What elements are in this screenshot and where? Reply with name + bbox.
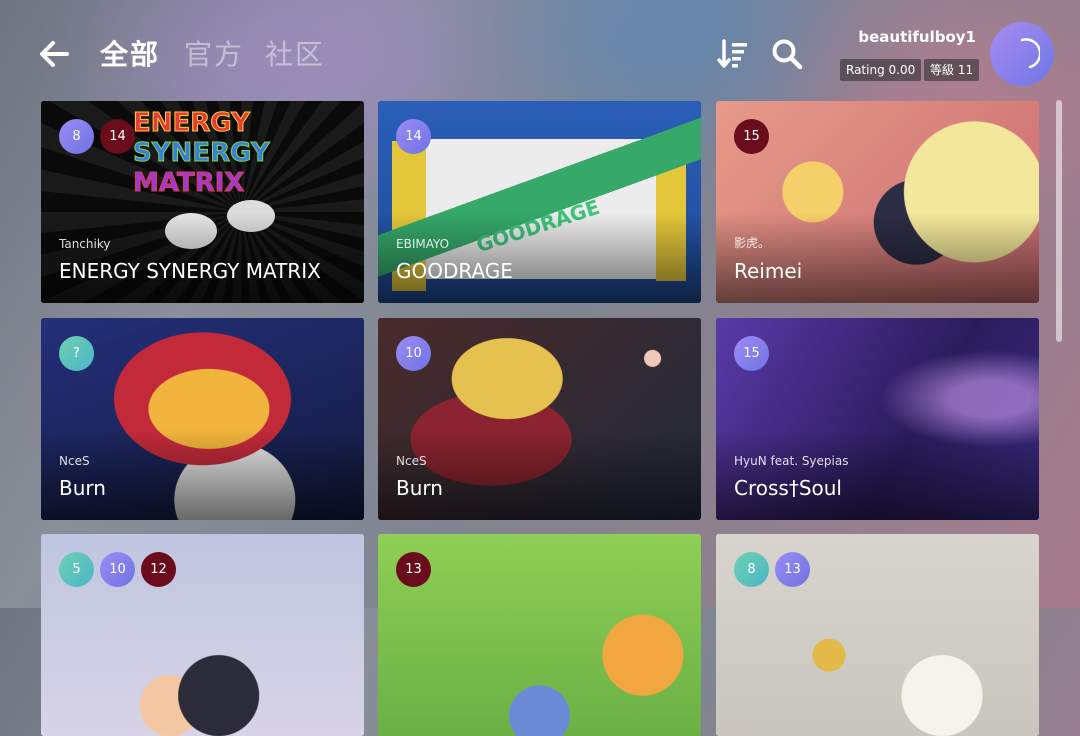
difficulty-badge: 8 (59, 119, 94, 154)
difficulty-badges: 5 10 12 (59, 552, 176, 587)
song-card[interactable]: 10 NceS Burn (378, 318, 701, 520)
difficulty-badges: 14 (396, 119, 431, 154)
username: beautifulboy1 (858, 28, 976, 46)
difficulty-badge: 8 (734, 552, 769, 587)
difficulty-badges: 13 (396, 552, 431, 587)
difficulty-badges: 8 13 (734, 552, 810, 587)
difficulty-badge: 13 (775, 552, 810, 587)
rating-chip: Rating 0.00 (840, 59, 922, 81)
card-title: Burn (59, 476, 106, 500)
tab-community[interactable]: 社区 (265, 33, 325, 73)
difficulty-badge: 15 (734, 336, 769, 371)
card-title: Cross†Soul (734, 476, 842, 500)
song-card[interactable]: GOODRAGE 14 EBIMAYO GOODRAGE (378, 101, 701, 303)
difficulty-badge: 15 (734, 119, 769, 154)
song-card[interactable]: 13 (378, 534, 701, 736)
song-card[interactable]: 15 影虎。 Reimei (716, 101, 1039, 303)
card-title: Burn (396, 476, 443, 500)
arrow-left-icon[interactable] (36, 36, 72, 72)
difficulty-badge: 10 (396, 336, 431, 371)
card-artist: NceS (396, 454, 427, 468)
difficulty-badges: 15 (734, 119, 769, 154)
difficulty-badges: ? (59, 336, 94, 371)
song-card[interactable]: ? NceS Burn (41, 318, 364, 520)
svg-text:SYNERGY: SYNERGY (133, 138, 271, 168)
svg-text:MATRIX: MATRIX (133, 168, 244, 198)
search-icon[interactable] (770, 37, 804, 71)
tab-official[interactable]: 官方 (184, 33, 244, 73)
avatar[interactable] (990, 22, 1054, 86)
card-shade (716, 430, 1039, 520)
card-artist: NceS (59, 454, 90, 468)
card-shade (41, 430, 364, 520)
loading-spinner-icon (1020, 38, 1040, 69)
card-artist: 影虎。 (734, 236, 771, 250)
difficulty-badge: 5 (59, 552, 94, 587)
top-bar: 全部 官方 社区 beautifulboy1 Rating 0.00 等級 11 (0, 0, 1080, 100)
song-card[interactable]: 15 HyuN feat. Syepias Cross†Soul (716, 318, 1039, 520)
level-chip: 等級 11 (924, 59, 980, 81)
difficulty-badge: 13 (396, 552, 431, 587)
difficulty-badge: ? (59, 336, 94, 371)
card-title: ENERGY SYNERGY MATRIX (59, 259, 321, 283)
difficulty-badges: 8 14 (59, 119, 135, 154)
difficulty-badge: 14 (396, 119, 431, 154)
card-shade (41, 213, 364, 303)
tab-all[interactable]: 全部 (100, 33, 160, 73)
card-title: Reimei (734, 259, 803, 283)
svg-text:ENERGY: ENERGY (133, 108, 251, 138)
difficulty-badge: 12 (141, 552, 176, 587)
card-title: GOODRAGE (396, 259, 513, 283)
card-artist: HyuN feat. Syepias (734, 454, 849, 468)
card-artist: EBIMAYO (396, 237, 450, 251)
card-shade (378, 430, 701, 520)
card-shade (378, 213, 701, 303)
song-card[interactable]: ENERGY SYNERGY MATRIX 8 14 Tanchiky ENER… (41, 101, 364, 303)
sort-descending-icon[interactable] (716, 37, 750, 71)
difficulty-badges: 10 (396, 336, 431, 371)
difficulty-badge: 14 (100, 119, 135, 154)
song-card[interactable]: 5 10 12 (41, 534, 364, 736)
difficulty-badge: 10 (100, 552, 135, 587)
difficulty-badges: 15 (734, 336, 769, 371)
scrollbar[interactable] (1056, 100, 1062, 342)
card-artist: Tanchiky (59, 237, 111, 251)
card-shade (716, 213, 1039, 303)
song-card[interactable]: 8 13 (716, 534, 1039, 736)
